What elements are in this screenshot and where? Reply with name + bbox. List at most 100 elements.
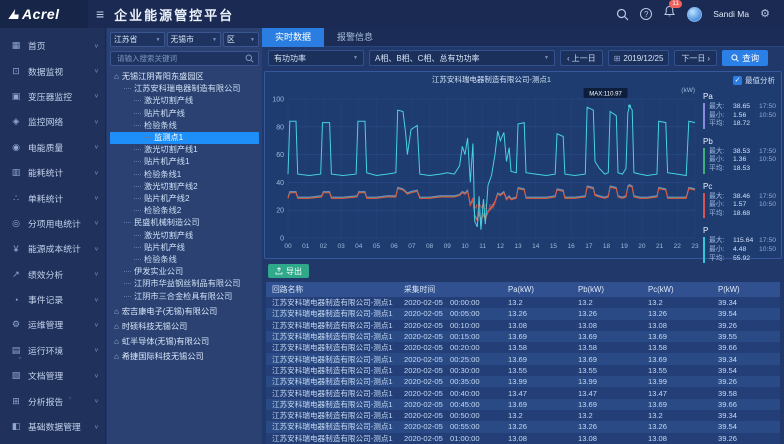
tree-node[interactable]: ⌂无锡江阴青阳东盛园区 xyxy=(110,71,259,83)
tree-node-label: 检验条线1 xyxy=(144,170,181,179)
sidebar-item-performance-analysis[interactable]: ↗绩效分析∨ xyxy=(0,262,105,287)
building-icon: ⌂ xyxy=(114,307,119,316)
cell-pc: 13.26 xyxy=(642,308,712,319)
svg-text:20: 20 xyxy=(638,243,646,250)
sidebar-item-analysis-report[interactable]: ⊞分析报告∨ xyxy=(0,388,105,413)
tree-node-label: 希捷国际科技无锡公司 xyxy=(122,352,204,361)
performance-analysis-icon: ↗ xyxy=(10,269,22,280)
stat-max: 最大:115.6417:50 xyxy=(709,237,781,246)
tree-node[interactable]: 江苏安科瑞电器制造有限公司 xyxy=(110,83,259,95)
search-icon[interactable] xyxy=(245,54,254,63)
tree-node-label: 江苏安科瑞电器制造有限公司 xyxy=(134,84,240,93)
cell-pb: 13.99 xyxy=(572,376,642,387)
export-button[interactable]: 导出 xyxy=(268,264,309,278)
cell-pc: 13.55 xyxy=(642,365,712,376)
phase-select[interactable]: A相、B相、C相、总有功功率▼ xyxy=(369,50,555,66)
tree-node-label: 伊发实业公司 xyxy=(134,267,183,276)
query-button[interactable]: 查询 xyxy=(722,50,768,66)
extremes-checkbox[interactable]: ✓ 最值分析 xyxy=(733,75,775,86)
tree-node[interactable]: ⌂虹半导体(无锡)有限公司 xyxy=(110,336,259,348)
tree-node[interactable]: 民盛机械制造公司 xyxy=(110,217,259,229)
cell-p: 39.54 xyxy=(712,421,780,432)
tree-node[interactable]: 检验条线 xyxy=(110,120,259,132)
cell-pa: 13.26 xyxy=(502,421,572,432)
tree-node[interactable]: 贴片机产线 xyxy=(110,108,259,120)
next-day-button[interactable]: 下一日› xyxy=(674,50,717,66)
chevron-down-icon: ∨ xyxy=(94,68,99,74)
event-record-icon: ◔ xyxy=(10,295,22,305)
building-icon: ⌂ xyxy=(114,352,119,361)
tree-node-selected[interactable]: 监测点1 xyxy=(110,132,259,144)
svg-text:MAX:110.97: MAX:110.97 xyxy=(589,91,622,97)
tree-node[interactable]: ⌂宏吉康电子(无锡)有限公司 xyxy=(110,306,259,318)
sidebar-item-monitor-network[interactable]: ◈监控网络∨ xyxy=(0,109,105,134)
svg-text:0: 0 xyxy=(280,236,284,243)
help-icon[interactable]: ? xyxy=(640,8,652,20)
tree-node[interactable]: 贴片机产线 xyxy=(110,242,259,254)
svg-text:22: 22 xyxy=(674,243,682,250)
avatar[interactable] xyxy=(687,7,702,22)
date-picker[interactable]: ⊞2019/12/25 xyxy=(608,50,670,66)
cell-p: 39.55 xyxy=(712,331,780,342)
tree-node[interactable]: 江阴市三合金检具有限公司 xyxy=(110,291,259,303)
tree-node[interactable]: 激光切割产线 xyxy=(110,230,259,242)
notifications[interactable]: 11 xyxy=(663,5,676,23)
sidebar-item-energy-consumption[interactable]: ▥能耗统计∨ xyxy=(0,160,105,185)
sidebar-item-event-record[interactable]: ◔事件记录∨ xyxy=(0,287,105,312)
menu-toggle-icon[interactable]: ≡ xyxy=(96,0,104,28)
tree-node[interactable]: 贴片机产线2 xyxy=(110,193,259,205)
sidebar-item-document-management[interactable]: ▧文档管理∨ xyxy=(0,363,105,388)
chevron-down-icon: ▼ xyxy=(544,55,549,61)
search-icon[interactable] xyxy=(616,8,629,21)
building-icon: ⌂ xyxy=(114,322,119,331)
tree-node[interactable]: 检验条线2 xyxy=(110,205,259,217)
sidebar-item-runtime-environment[interactable]: ▤运行环境∨ xyxy=(0,338,105,363)
column-header-3: Pb(kW) xyxy=(572,282,642,297)
city-select[interactable]: 无锡市▼ xyxy=(167,32,222,47)
svg-text:06: 06 xyxy=(391,243,399,250)
cell-p: 39.54 xyxy=(712,365,780,376)
tree-node[interactable]: 江阴市华益钢丝制品有限公司 xyxy=(110,278,259,290)
cell-collect-time: 2020-02-0500:50:00 xyxy=(398,410,502,421)
gear-icon[interactable]: ⚙ xyxy=(760,9,770,20)
district-select[interactable]: 区▼ xyxy=(223,32,259,47)
tree-node-label: 激光切割产线 xyxy=(144,231,193,240)
sidebar-item-power-quality[interactable]: ◉电能质量∨ xyxy=(0,135,105,160)
sidebar-item-transformer-monitor[interactable]: ▣变压器监控∨ xyxy=(0,84,105,109)
column-header-4: Pc(kW) xyxy=(642,282,712,297)
tree-node[interactable]: 检验条线1 xyxy=(110,169,259,181)
cell-circuit-name: 江苏安科瑞电器制造有限公司-测点1 xyxy=(266,297,398,308)
chevron-down-icon: ∨ xyxy=(94,246,99,252)
tree-node[interactable]: 激光切割产线 xyxy=(110,95,259,107)
table-row: 江苏安科瑞电器制造有限公司-测点12020-02-0501:00:0013.08… xyxy=(266,433,780,444)
tree-node[interactable]: 贴片机产线1 xyxy=(110,156,259,168)
tab-realtime-data[interactable]: 实时数据 xyxy=(262,28,324,47)
tree-node[interactable]: 检验条线 xyxy=(110,254,259,266)
tree-node[interactable]: ⌂时硕科技无锡公司 xyxy=(110,321,259,333)
sidebar-item-energy-cost[interactable]: ¥能源成本统计∨ xyxy=(0,236,105,261)
cell-pc: 13.58 xyxy=(642,342,712,353)
chevron-down-icon: ▼ xyxy=(212,37,217,43)
sidebar-item-basic-data[interactable]: ◧基础数据管理∨ xyxy=(0,414,105,439)
sidebar-item-ops-management[interactable]: ⚙运维管理∨ xyxy=(0,312,105,337)
tree-search-input[interactable] xyxy=(115,53,245,64)
stat-min: 最小:1.5710:50 xyxy=(709,201,781,210)
tab-alarm-info[interactable]: 报警信息 xyxy=(324,28,386,47)
building-icon: ⌂ xyxy=(114,72,119,81)
sidebar-item-home[interactable]: ▦首页∨ xyxy=(0,33,105,58)
sidebar-item-unit-consumption[interactable]: ∴单耗统计∨ xyxy=(0,185,105,210)
tree-node[interactable]: 伊发实业公司 xyxy=(110,266,259,278)
sidebar-item-label: 变压器监控 xyxy=(28,90,94,103)
tree-node[interactable]: 激光切割产线2 xyxy=(110,181,259,193)
cell-p: 39.58 xyxy=(712,387,780,398)
sidebar-item-data-monitor[interactable]: ⊡数据监视∨ xyxy=(0,58,105,83)
tree-node[interactable]: ⌂希捷国际科技无锡公司 xyxy=(110,351,259,363)
tree-node[interactable]: 激光切割产线1 xyxy=(110,144,259,156)
sidebar-item-label: 运维管理 xyxy=(28,318,94,331)
cell-pc: 13.69 xyxy=(642,399,712,410)
sidebar-item-subitem-power[interactable]: ◎分项用电统计∨ xyxy=(0,211,105,236)
prev-day-button[interactable]: ‹上一日 xyxy=(560,50,603,66)
metric-select[interactable]: 有功功率▼ xyxy=(268,50,364,66)
province-select[interactable]: 江苏省▼ xyxy=(110,32,165,47)
tree-node-label: 宏吉康电子(无锡)有限公司 xyxy=(122,307,218,316)
